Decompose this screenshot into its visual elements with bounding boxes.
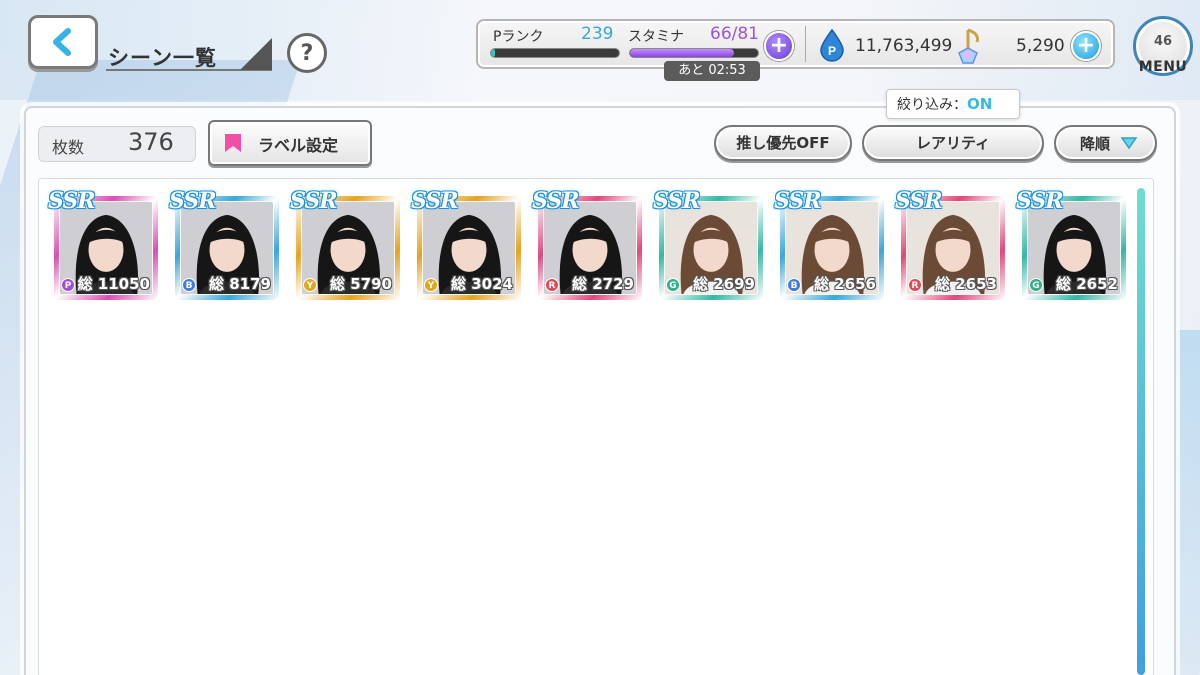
card-portrait-frame: P総 11050	[59, 201, 153, 295]
attribute-type-icon: B	[182, 278, 196, 292]
add-stamina-button[interactable]: +	[764, 31, 794, 61]
card-power-label: 総 2652	[1056, 275, 1118, 293]
label-settings-label: ラベル設定	[258, 136, 339, 155]
card-portrait-frame: B 総 2656	[785, 201, 879, 295]
rarity-badge: SSR	[774, 188, 822, 214]
chevron-down-icon	[1120, 137, 1138, 150]
attribute-type-icon: Y	[303, 278, 317, 292]
scene-card[interactable]: G 総 2699 SSR	[653, 188, 763, 300]
card-power-label: 総 11050	[77, 275, 150, 293]
rarity-badge: SSR	[169, 188, 217, 214]
card-power-label: 総 8179	[209, 275, 271, 293]
card-portrait-frame: B 総 8179	[180, 201, 274, 295]
card-portrait-frame: G 総 2699	[664, 201, 758, 295]
attribute-type-icon: B	[787, 278, 801, 292]
back-arrow-icon	[53, 28, 71, 56]
p-coin-icon: P	[820, 28, 844, 62]
scene-card[interactable]: B 総 8179 SSR	[169, 188, 279, 300]
card-portrait-frame: G 総 2652	[1027, 201, 1121, 295]
card-portrait-frame: R 総 2729	[543, 201, 637, 295]
prank-label: Pランク	[493, 29, 544, 45]
count-label: 枚数	[52, 138, 85, 157]
rarity-badge: SSR	[411, 188, 459, 214]
card-portrait-frame: Y 総 5790	[301, 201, 395, 295]
attribute-type-icon: R	[908, 278, 922, 292]
prank-value: 239	[581, 24, 614, 44]
filter-on-label: ON	[967, 95, 993, 113]
scene-card[interactable]: R 総 2729 SSR	[532, 188, 642, 300]
scene-card[interactable]: R 総 2653 SSR	[895, 188, 1005, 300]
stamina-label: スタミナ	[628, 29, 684, 45]
card-power-label: 総 3024	[451, 275, 513, 293]
card-power-label: 総 2656	[814, 275, 876, 293]
card-power-label: 総 2653	[935, 275, 997, 293]
scene-card[interactable]: Y 総 3024 SSR	[411, 188, 521, 300]
title-corner-triangle-icon	[240, 38, 272, 70]
music-gem-icon	[958, 28, 979, 64]
card-power-label: 総 5790	[330, 275, 392, 293]
back-button[interactable]	[28, 15, 98, 69]
bookmark-icon	[225, 134, 241, 152]
rarity-badge: SSR	[48, 188, 96, 214]
rarity-badge: SSR	[895, 188, 943, 214]
attribute-type-icon: Y	[424, 278, 438, 292]
card-portrait-frame: Y 総 3024	[422, 201, 516, 295]
scene-card[interactable]: P総 11050 SSR	[48, 188, 158, 300]
attribute-type-icon: P	[61, 278, 75, 292]
page-title: シーン一覧	[108, 46, 217, 70]
attribute-type-icon: R	[545, 278, 559, 292]
attribute-type-icon: G	[666, 278, 680, 292]
oshi-priority-button[interactable]: 推し優先OFF	[714, 125, 852, 161]
count-value: 376	[128, 128, 174, 156]
sort-order-label: 降順	[1080, 135, 1111, 153]
scene-card[interactable]: B 総 2656 SSR	[774, 188, 884, 300]
card-power-label: 総 2699	[693, 275, 755, 293]
rarity-badge: SSR	[290, 188, 338, 214]
prank-progress-fill	[491, 49, 495, 57]
rarity-badge: SSR	[1016, 188, 1064, 214]
stamina-progress-bar	[629, 48, 759, 58]
card-power-label: 総 2729	[572, 275, 634, 293]
rarity-badge: SSR	[532, 188, 580, 214]
menu-level-badge: 46	[1153, 34, 1173, 49]
scene-card[interactable]: G 総 2652 SSR	[1016, 188, 1126, 300]
stamina-timer: あと 02:53	[664, 61, 760, 81]
rarity-badge: SSR	[653, 188, 701, 214]
prank-progress-bar	[490, 48, 620, 58]
stamina-progress-fill	[630, 49, 734, 57]
scrollbar[interactable]	[1137, 188, 1145, 675]
scene-card[interactable]: Y 総 5790 SSR	[290, 188, 400, 300]
filter-label: 絞り込み：	[897, 97, 967, 113]
add-gem-button[interactable]: +	[1071, 31, 1101, 61]
status-divider	[805, 26, 806, 62]
svg-text:P: P	[828, 44, 836, 58]
help-button[interactable]: ?	[287, 33, 327, 73]
p-coin-value: 11,763,499	[855, 36, 953, 56]
filter-status-tooltip: 絞り込み：ON	[886, 89, 1020, 119]
menu-label: MENU	[1138, 59, 1188, 75]
stamina-value: 66/81	[710, 24, 759, 44]
card-portrait-frame: R 総 2653	[906, 201, 1000, 295]
rarity-sort-button[interactable]: レアリティ	[862, 125, 1044, 161]
attribute-type-icon: G	[1029, 278, 1043, 292]
gem-value: 5,290	[1016, 36, 1065, 56]
